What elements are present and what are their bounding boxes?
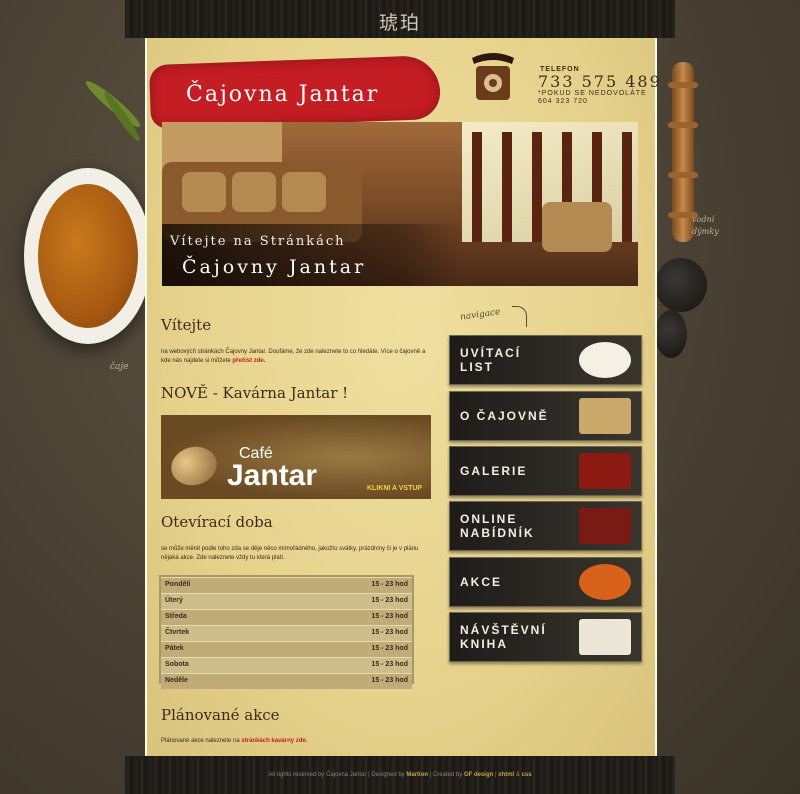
cafe-ad-big: Jantar <box>227 459 318 492</box>
nav-arrow-icon <box>512 306 527 327</box>
nav-item-line2: NABÍDNÍK <box>460 526 535 540</box>
footer-css-link[interactable]: css <box>522 772 532 778</box>
hours-day: Středa <box>165 613 187 620</box>
nav-item-picture-icon <box>579 342 631 378</box>
nav-item-label: NÁVŠTĚVNÍ KNIHA <box>460 623 547 651</box>
footer-xhtml-link[interactable]: xhtml <box>498 772 514 778</box>
nav-item-picture-icon <box>579 508 631 544</box>
footer-text: All rights reserved by Čajovna Jantar | … <box>125 772 675 778</box>
nav-item-2[interactable]: O ČAJOVNĚ <box>449 391 642 441</box>
top-bar: 琥珀 <box>125 0 675 38</box>
nav-item-picture-icon <box>579 619 631 655</box>
nav-item-picture-icon <box>579 453 631 489</box>
hours-time: 15 - 23 hod <box>371 597 408 604</box>
nav-item-line2: LIST <box>460 360 494 374</box>
welcome-link[interactable]: přečíst zde. <box>232 358 265 364</box>
hours-day: Čtvrtek <box>165 629 190 636</box>
tea-cup-image <box>24 168 152 344</box>
nav-item-line1: NÁVŠTĚVNÍ <box>460 623 547 637</box>
coffee-cup-icon <box>166 441 222 491</box>
nav-item-line1: O ČAJOVNĚ <box>460 409 549 423</box>
hours-row: Středa 15 - 23 hod <box>161 609 412 625</box>
hours-row: Neděle 15 - 23 hod <box>161 673 412 689</box>
nav-item-3[interactable]: GALERIE <box>449 446 642 496</box>
nav-item-picture-icon <box>579 564 631 600</box>
hours-title: Otevírací doba <box>161 513 273 531</box>
nav-item-line2: KNIHA <box>460 637 508 651</box>
banner-line-2: Čajovny Jantar <box>182 256 367 278</box>
events-title: Plánované akce <box>161 706 280 724</box>
hours-time: 15 - 23 hod <box>371 677 408 684</box>
hours-day: Sobota <box>165 661 189 668</box>
news-title: NOVĚ - Kavárna Jantar ! <box>161 384 349 402</box>
hours-text: se může měnit podle toho zda se děje něc… <box>161 546 419 561</box>
hours-time: 15 - 23 hod <box>371 661 408 668</box>
hours-row: Úterý 15 - 23 hod <box>161 593 412 609</box>
top-symbol: 琥珀 <box>378 12 421 34</box>
events-link[interactable]: stránkách kavárny zde. <box>241 738 307 744</box>
welcome-title: Vítejte <box>161 316 212 334</box>
hours-day: Neděle <box>165 677 188 684</box>
hookah-pipe-image <box>668 62 698 242</box>
stone-image <box>655 310 687 358</box>
nav-item-5[interactable]: AKCE <box>449 557 642 607</box>
welcome-text-body: na webových stránkách Čajovny Jantar. Do… <box>161 349 426 364</box>
nav-item-line1: UVÍTACÍ <box>460 346 522 360</box>
footer-designer-link[interactable]: Martion <box>406 772 428 778</box>
nav-item-picture-icon <box>579 398 631 434</box>
tea-leaf-icon <box>101 89 143 144</box>
hours-time: 15 - 23 hod <box>371 581 408 588</box>
cafe-jantar-ad[interactable]: Café Jantar KLIKNI A VSTUP <box>161 415 431 499</box>
welcome-text: na webových stránkách Čajovny Jantar. Do… <box>161 348 436 366</box>
nav-item-6[interactable]: NÁVŠTĚVNÍ KNIHA <box>449 612 642 662</box>
nav-item-1[interactable]: UVÍTACÍ LIST <box>449 335 642 385</box>
brand-logo[interactable]: Čajovna Jantar <box>186 82 379 107</box>
banner-line-1: Vítejte na Stránkách <box>170 234 346 249</box>
footer-sep: | <box>494 772 497 778</box>
nav-item-line1: ONLINE <box>460 512 518 526</box>
hero-banner: Vítejte na Stránkách Čajovny Jantar <box>162 122 638 286</box>
decor-caption-left: čaje <box>110 362 129 372</box>
nav-item-label: ONLINE NABÍDNÍK <box>460 512 535 540</box>
nav-item-label: O ČAJOVNĚ <box>460 409 549 423</box>
footer-amp: & <box>515 772 520 778</box>
decor-caption-right: vodní dýmky <box>692 215 719 236</box>
phone-note: *POKUD SE NEDOVOLÁTE 604 323 720 <box>538 90 647 105</box>
nav-item-label: GALERIE <box>460 464 527 478</box>
nav-item-4[interactable]: ONLINE NABÍDNÍK <box>449 501 642 551</box>
events-text-body: Plánované akce naleznete na <box>161 738 240 744</box>
hours-time: 15 - 23 hod <box>371 629 408 636</box>
hours-row: Pondělí 15 - 23 hod <box>161 577 412 593</box>
nav-item-label: UVÍTACÍ LIST <box>460 346 521 374</box>
events-text: Plánované akce naleznete na stránkách ka… <box>161 737 436 746</box>
footer-rights: All rights reserved by Čajovna Jantar | … <box>268 772 405 778</box>
footer: All rights reserved by Čajovna Jantar | … <box>125 756 675 794</box>
hours-row: Čtvrtek 15 - 23 hod <box>161 625 412 641</box>
hours-day: Pátek <box>165 645 184 652</box>
nav-item-line1: AKCE <box>460 575 503 589</box>
hours-table: Pondělí 15 - 23 hod Úterý 15 - 23 hod Středa… <box>161 577 412 689</box>
hours-row: Sobota 15 - 23 hod <box>161 657 412 673</box>
footer-creator-link[interactable]: GF design <box>464 772 493 778</box>
hours-day: Pondělí <box>165 581 191 588</box>
nav-item-line1: GALERIE <box>460 464 528 478</box>
hours-day: Úterý <box>165 597 183 604</box>
stone-image <box>655 258 707 312</box>
phone-number: 733 575 489 <box>538 72 662 91</box>
cafe-ad-cta[interactable]: KLIKNI A VSTUP <box>367 485 422 492</box>
hours-time: 15 - 23 hod <box>371 613 408 620</box>
telephone-icon <box>472 53 514 100</box>
footer-created: | Created by <box>429 772 463 778</box>
nav-item-label: AKCE <box>460 575 502 589</box>
hours-row: Pátek 15 - 23 hod <box>161 641 412 657</box>
hours-time: 15 - 23 hod <box>371 645 408 652</box>
